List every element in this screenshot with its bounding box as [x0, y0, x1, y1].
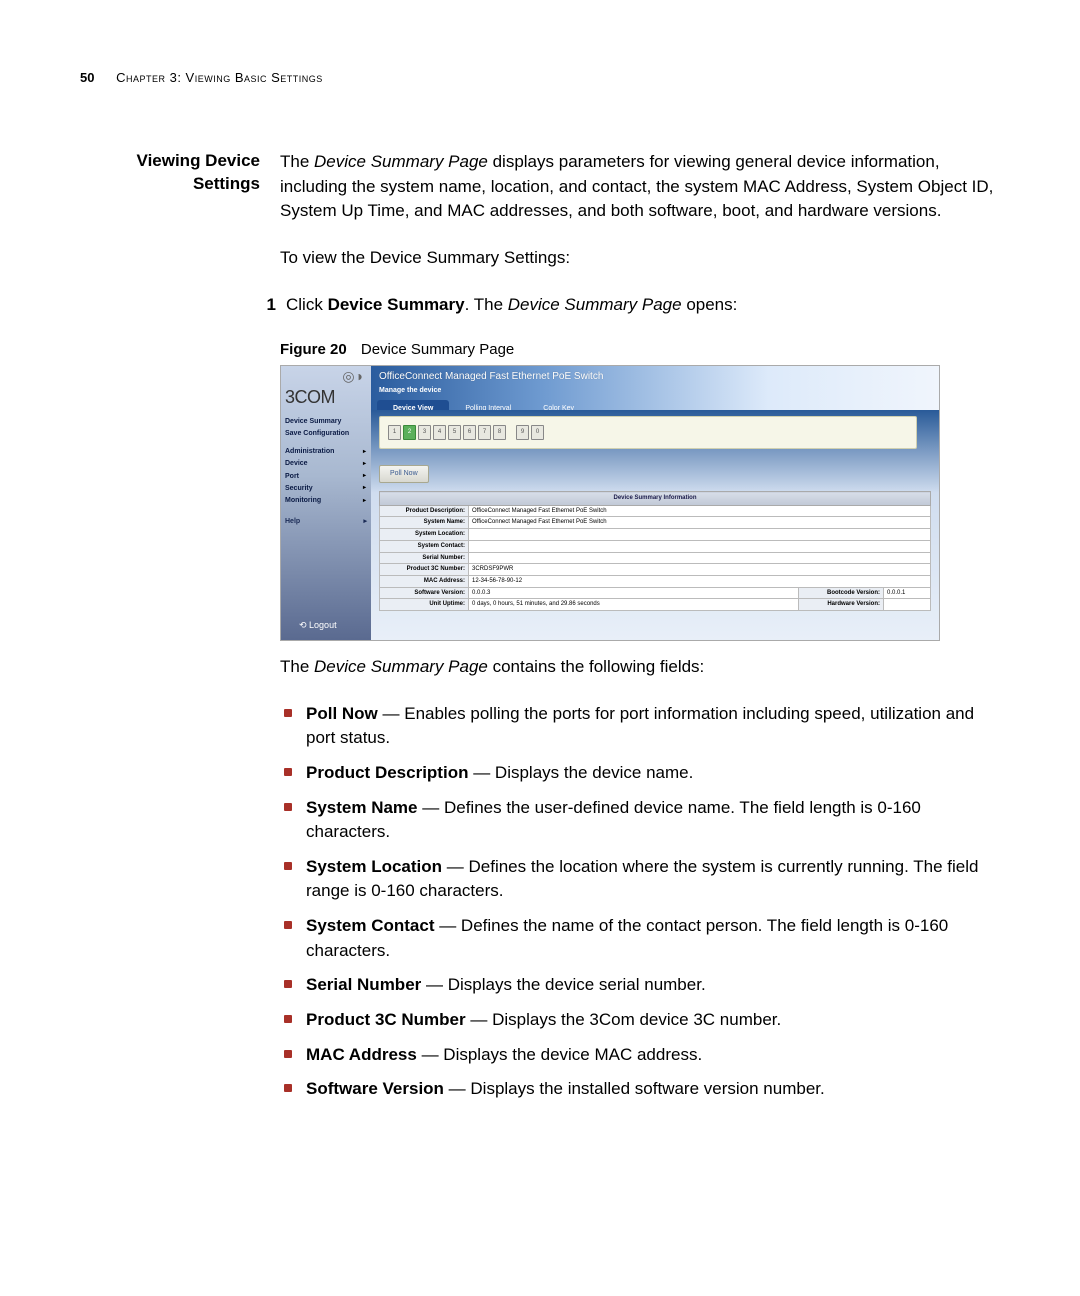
- device-summary-table: Device Summary Information Product Descr…: [379, 491, 931, 611]
- bullet-icon: [284, 980, 292, 988]
- field-definitions-list: Poll Now — Enables polling the ports for…: [280, 702, 1000, 1102]
- list-item: Product 3C Number — Displays the 3Com de…: [280, 1008, 1000, 1033]
- list-item: MAC Address — Displays the device MAC ad…: [280, 1043, 1000, 1068]
- page-header: 50 Chapter 3: Viewing Basic Settings: [80, 70, 1000, 85]
- val-product-description: OfficeConnect Managed Fast Ethernet PoE …: [469, 505, 931, 517]
- nav-help[interactable]: Help▸: [285, 517, 367, 527]
- lbl-system-location: System Location:: [380, 529, 469, 541]
- val-bootcode-version: 0.0.0.1: [884, 587, 931, 599]
- bullet-icon: [284, 1050, 292, 1058]
- chevron-right-icon: ▸: [363, 472, 366, 481]
- section-heading-line2: Settings: [193, 174, 260, 193]
- section-heading-line1: Viewing Device: [137, 151, 260, 170]
- nav-device[interactable]: Device▸: [285, 458, 367, 470]
- lbl-system-name: System Name:: [380, 517, 469, 529]
- bullet-icon: [284, 1015, 292, 1023]
- section-heading: Viewing Device Settings: [80, 150, 260, 196]
- chevron-right-icon: ▸: [363, 460, 366, 469]
- intro-paragraph: The Device Summary Page displays paramet…: [280, 150, 1000, 224]
- ss-header-title: OfficeConnect Managed Fast Ethernet PoE …: [371, 366, 939, 385]
- lbl-hardware-version: Hardware Version:: [799, 599, 884, 611]
- lead-paragraph: To view the Device Summary Settings:: [280, 246, 1000, 271]
- list-item: System Location — Defines the location w…: [280, 855, 1000, 904]
- val-system-location: [469, 529, 931, 541]
- ss-sidebar: ◎◑ 3COM Device Summary Save Configuratio…: [281, 366, 371, 640]
- val-uptime: 0 days, 0 hours, 51 minutes, and 29.86 s…: [469, 599, 799, 611]
- chevron-right-icon: ▸: [363, 517, 367, 527]
- lbl-serial-number: Serial Number:: [380, 552, 469, 564]
- chevron-right-icon: ▸: [363, 484, 366, 493]
- step-number: 1: [256, 293, 276, 318]
- list-item: System Contact — Defines the name of the…: [280, 914, 1000, 963]
- port-1[interactable]: 1: [388, 425, 401, 440]
- port-8[interactable]: 8: [493, 425, 506, 440]
- list-item: Poll Now — Enables polling the ports for…: [280, 702, 1000, 751]
- ss-header-sub: Manage the device: [371, 384, 939, 399]
- nav-administration[interactable]: Administration▸: [285, 446, 367, 458]
- chapter-title: Chapter 3: Viewing Basic Settings: [116, 70, 323, 85]
- bullet-icon: [284, 862, 292, 870]
- list-item: Software Version — Displays the installe…: [280, 1077, 1000, 1102]
- figure-caption-text: Device Summary Page: [361, 341, 514, 358]
- port-6[interactable]: 6: [463, 425, 476, 440]
- lbl-mac-address: MAC Address:: [380, 575, 469, 587]
- figure-label: Figure 20: [280, 341, 347, 358]
- after-figure-paragraph: The Device Summary Page contains the fol…: [280, 655, 1000, 680]
- table-header: Device Summary Information: [380, 492, 931, 506]
- port-9[interactable]: 9: [516, 425, 529, 440]
- bullet-icon: [284, 709, 292, 717]
- lbl-uptime: Unit Uptime:: [380, 599, 469, 611]
- port-4[interactable]: 4: [433, 425, 446, 440]
- lbl-system-contact: System Contact:: [380, 540, 469, 552]
- ss-ports-panel: 1 2 3 4 5 6 7 8 9 0: [379, 416, 917, 449]
- val-mac-address: 12-34-56-78-90-12: [469, 575, 931, 587]
- bullet-icon: [284, 921, 292, 929]
- val-software-version: 0.0.0.3: [469, 587, 799, 599]
- nav-security[interactable]: Security▸: [285, 483, 367, 495]
- val-system-name: OfficeConnect Managed Fast Ethernet PoE …: [469, 517, 931, 529]
- bullet-icon: [284, 768, 292, 776]
- val-system-contact: [469, 540, 931, 552]
- step-1: 1 Click Device Summary. The Device Summa…: [280, 293, 1000, 318]
- nav-port[interactable]: Port▸: [285, 471, 367, 483]
- chevron-right-icon: ▸: [363, 497, 366, 506]
- page-number: 50: [80, 70, 94, 85]
- port-3[interactable]: 3: [418, 425, 431, 440]
- logout-link[interactable]: ⟲ Logout: [299, 619, 337, 632]
- nav-device-summary[interactable]: Device Summary: [285, 416, 367, 428]
- brand-logo: 3COM: [285, 384, 367, 410]
- ss-main: OfficeConnect Managed Fast Ethernet PoE …: [371, 366, 939, 640]
- brand-swirl-icon: ◎◑: [285, 370, 363, 382]
- lbl-product-3c: Product 3C Number:: [380, 564, 469, 576]
- lbl-product-description: Product Description:: [380, 505, 469, 517]
- val-hardware-version: [884, 599, 931, 611]
- step-text: Click Device Summary. The Device Summary…: [286, 293, 737, 318]
- chevron-right-icon: ▸: [363, 448, 366, 457]
- list-item: Serial Number — Displays the device seri…: [280, 973, 1000, 998]
- port-7[interactable]: 7: [478, 425, 491, 440]
- lbl-bootcode-version: Bootcode Version:: [799, 587, 884, 599]
- bullet-icon: [284, 1084, 292, 1092]
- screenshot-device-summary-page: ◎◑ 3COM Device Summary Save Configuratio…: [280, 365, 940, 641]
- list-item: System Name — Defines the user-defined d…: [280, 796, 1000, 845]
- list-item: Product Description — Displays the devic…: [280, 761, 1000, 786]
- val-serial-number: [469, 552, 931, 564]
- poll-now-button[interactable]: Poll Now: [379, 465, 429, 483]
- lbl-software-version: Software Version:: [380, 587, 469, 599]
- port-10[interactable]: 0: [531, 425, 544, 440]
- val-product-3c: 3CRDSF9PWR: [469, 564, 931, 576]
- nav-save-configuration[interactable]: Save Configuration: [285, 428, 367, 440]
- nav-monitoring[interactable]: Monitoring▸: [285, 495, 367, 507]
- figure-caption: Figure 20 Device Summary Page: [280, 339, 1000, 361]
- port-5[interactable]: 5: [448, 425, 461, 440]
- bullet-icon: [284, 803, 292, 811]
- port-2[interactable]: 2: [403, 425, 416, 440]
